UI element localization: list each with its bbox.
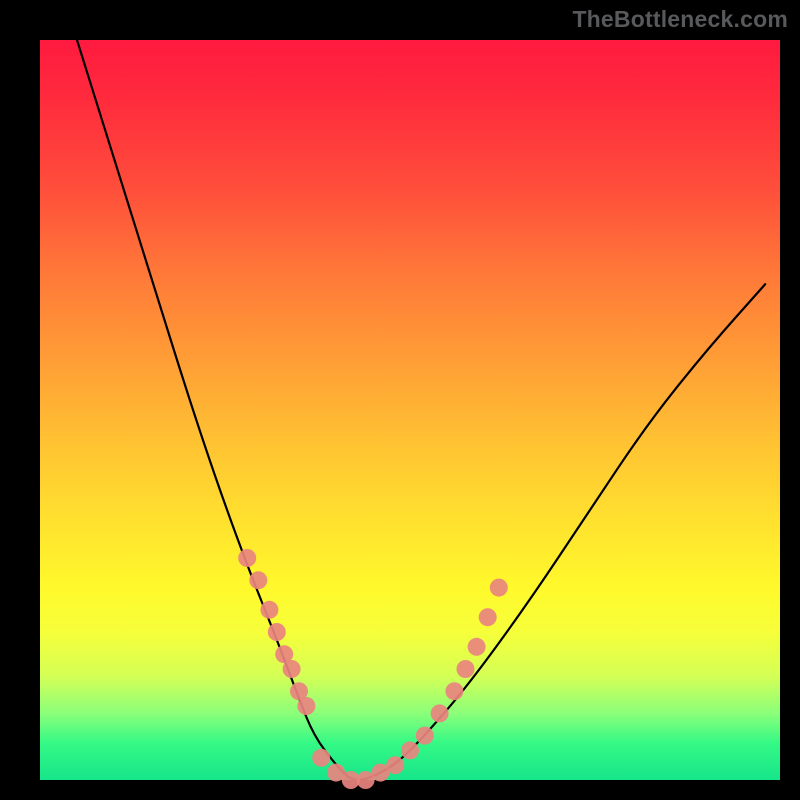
highlight-dot [431, 704, 449, 722]
chart-stage: TheBottleneck.com [0, 0, 800, 800]
watermark-text: TheBottleneck.com [572, 6, 788, 33]
highlight-dot [283, 660, 301, 678]
highlight-dot [268, 623, 286, 641]
highlight-dot [490, 579, 508, 597]
highlight-dot [445, 682, 463, 700]
highlight-dot [260, 601, 278, 619]
bottleneck-curve-path [77, 40, 765, 780]
highlight-dot [297, 697, 315, 715]
highlight-dot [238, 549, 256, 567]
highlight-dot [457, 660, 475, 678]
highlight-dots [238, 549, 508, 789]
plot-area [40, 40, 780, 780]
highlight-dot [386, 756, 404, 774]
highlight-dot [249, 571, 267, 589]
highlight-dot [312, 749, 330, 767]
curve-layer [40, 40, 780, 780]
highlight-dot [468, 638, 486, 656]
highlight-dot [416, 727, 434, 745]
highlight-dot [479, 608, 497, 626]
highlight-dot [401, 741, 419, 759]
